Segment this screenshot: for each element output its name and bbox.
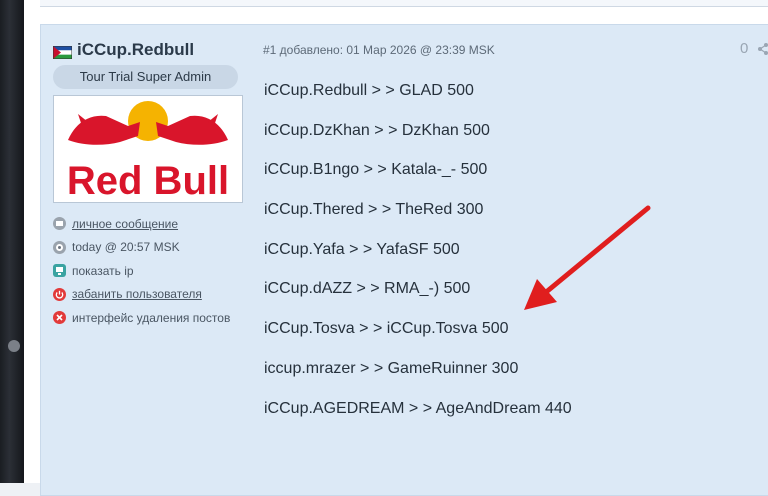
red-arrow-annotation xyxy=(524,205,651,310)
